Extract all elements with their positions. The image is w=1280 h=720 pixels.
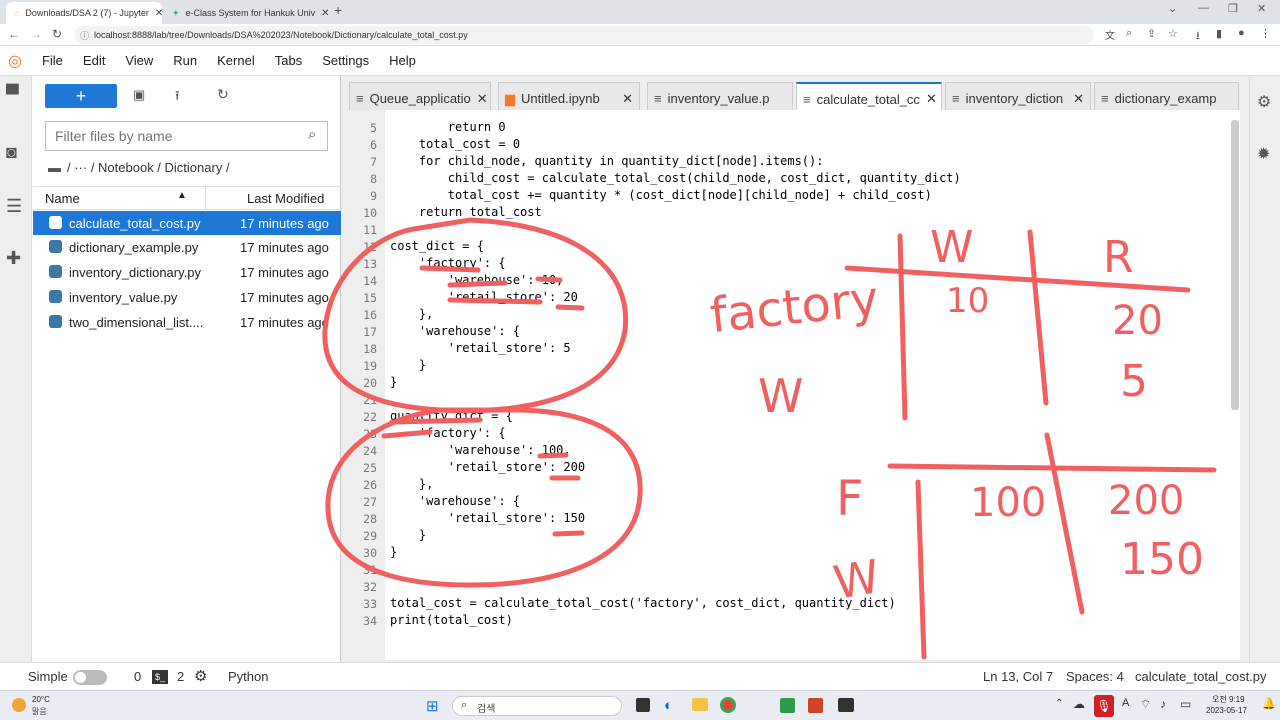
annotation-overlay: factory W W R 10 20 5 F W 100 200 150: [322, 217, 1217, 660]
taskbar-search-placeholder: 검색: [477, 704, 496, 715]
annotation-circle-cost: [322, 217, 629, 414]
taskbar-search-box[interactable]: ⌕ 검색: [452, 696, 622, 716]
toggle-knob: [75, 672, 86, 683]
tray-chevron-icon[interactable]: ⌃: [1055, 698, 1063, 709]
wifi-icon[interactable]: ⌔: [1140, 697, 1151, 712]
terminal-icon[interactable]: $_: [152, 670, 168, 684]
simple-mode-label: Simple: [28, 669, 68, 684]
annotation-handwriting: factory W W R 10 20 5 F W 100 200 150: [707, 222, 1204, 610]
cursor-position[interactable]: Ln 13, Col 7: [983, 669, 1053, 684]
spreadsheet-app-icon[interactable]: [780, 698, 795, 713]
annotation-text: 150: [1120, 534, 1204, 585]
windows-start-icon[interactable]: ⊞: [426, 697, 439, 715]
tray-cloud-icon[interactable]: ☁: [1073, 697, 1085, 711]
terminal-app-icon[interactable]: [838, 698, 854, 712]
kernel-count[interactable]: 2: [177, 669, 184, 684]
microphone-icon[interactable]: 🎙: [1094, 695, 1114, 717]
volume-icon[interactable]: ♪: [1160, 697, 1166, 711]
annotation-text: 10: [946, 281, 989, 321]
right-activity-bar: ⚙ ✹: [1249, 76, 1280, 662]
weather-sun-icon[interactable]: [12, 698, 26, 712]
notification-bell-icon[interactable]: 🔔: [1262, 697, 1276, 710]
annotation-text: F: [836, 471, 864, 527]
terminal-count[interactable]: 0: [134, 669, 141, 684]
annotation-text: 200: [1108, 478, 1184, 524]
annotation-text: 5: [1120, 356, 1148, 407]
battery-icon[interactable]: ▭: [1180, 697, 1191, 711]
property-inspector-gear-icon[interactable]: ⚙: [1257, 92, 1271, 112]
annotation-text: 20: [1112, 298, 1163, 344]
tray-time[interactable]: 오전 9:19: [1212, 694, 1245, 705]
file-explorer-icon[interactable]: [692, 698, 708, 711]
weather-temp[interactable]: 20°C: [32, 695, 50, 704]
chrome-icon[interactable]: [720, 697, 736, 713]
search-icon: ⌕: [461, 699, 468, 711]
debugger-bug-icon[interactable]: ✹: [1257, 144, 1270, 164]
weather-desc: 맑음: [32, 707, 47, 716]
edge-browser-icon[interactable]: ◐: [664, 697, 673, 714]
task-view-icon[interactable]: [636, 698, 650, 712]
annotation-circle-quantity: [325, 407, 643, 588]
annotation-text: W: [758, 369, 803, 423]
status-bar: Simple 0 $_ 2 ⚙ Python Ln 13, Col 7 Spac…: [0, 662, 1280, 690]
annotation-underline: [419, 265, 585, 311]
kernel-name[interactable]: Python: [228, 669, 268, 684]
annotation-text: W: [830, 549, 884, 610]
status-filename: calculate_total_cost.py: [1135, 669, 1267, 684]
tray-date[interactable]: 2023-05-17: [1206, 706, 1247, 715]
powerpoint-icon[interactable]: [808, 698, 823, 713]
annotation-text: 100: [970, 480, 1046, 526]
simple-mode-toggle[interactable]: [73, 670, 107, 685]
annotation-text: R: [1103, 232, 1134, 283]
windows-taskbar: 20°C 맑음 ⊞ ⌕ 검색 ◐ ⌃ ☁ 🎙 A ⌔ ♪ ▭ 오전 9:19 2…: [0, 690, 1280, 720]
annotation-underline: [381, 417, 585, 537]
ime-language-icon[interactable]: A: [1122, 697, 1129, 709]
annotation-text: factory: [707, 271, 881, 344]
kernel-gear-icon[interactable]: ⚙: [194, 667, 207, 685]
annotation-text: W: [930, 222, 974, 273]
indent-setting[interactable]: Spaces: 4: [1066, 669, 1124, 684]
